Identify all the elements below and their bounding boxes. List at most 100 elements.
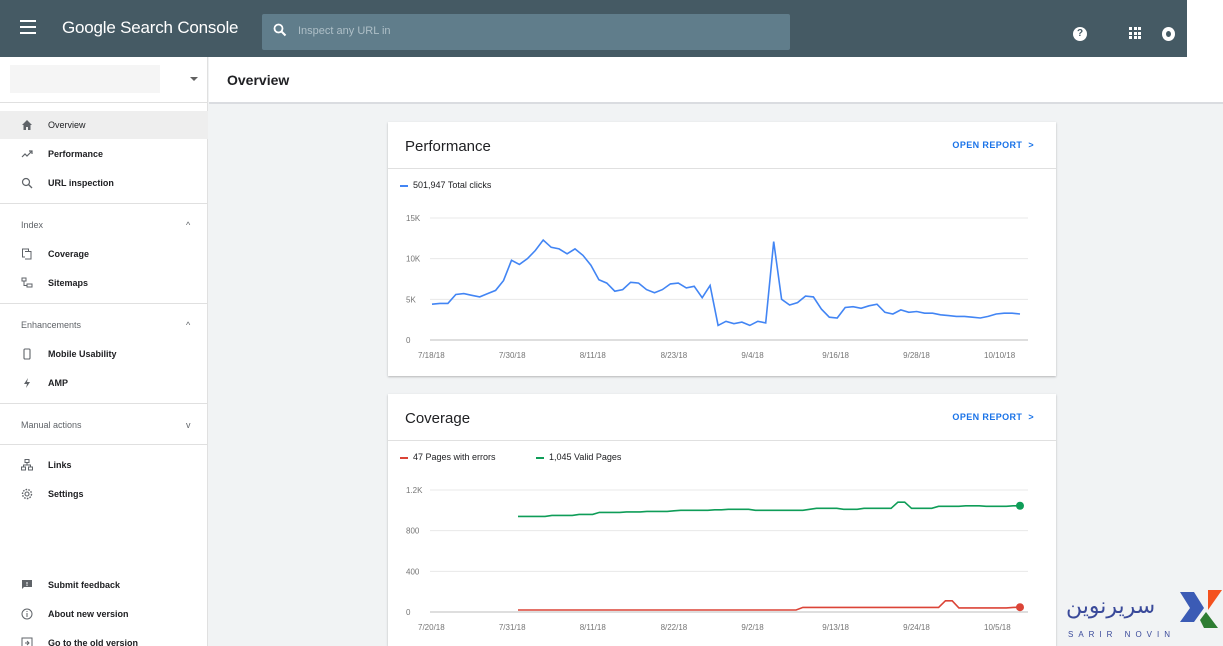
x-tick-label: 7/20/18 [418,623,445,632]
sidebar-item-label: URL inspection [48,178,114,188]
chevron-up-icon: ^ [186,320,191,330]
open-report-label: OPEN REPORT [952,412,1023,422]
x-tick-label: 9/4/18 [741,351,764,360]
sidebar-item-label: Mobile Usability [48,349,117,359]
x-tick-label: 9/16/18 [822,351,849,360]
sidebar-item-mobile-usability[interactable]: Mobile Usability [0,340,208,368]
logo-text: سریرنوین [1066,594,1156,619]
divider [388,440,1056,441]
url-inspect-search[interactable] [262,14,790,50]
divider [0,444,208,445]
sarir-novin-logo: سریرنوین SARIR NOVIN [1060,586,1223,646]
open-report-button[interactable]: OPEN REPORT > [952,140,1034,150]
legend-label: 47 Pages with errors [413,452,496,462]
app-title[interactable]: Google Search Console [62,18,239,38]
x-tick-label: 9/24/18 [903,623,930,632]
x-tick-label: 7/31/18 [499,623,526,632]
x-tick-label: 10/10/18 [984,351,1016,360]
series-line[interactable] [518,501,1020,518]
logo-subtext: SARIR NOVIN [1068,630,1176,639]
section-manual-actions[interactable]: Manual actions v [0,411,208,439]
section-enhancements[interactable]: Enhancements ^ [0,311,208,339]
series-end-point[interactable] [1016,501,1024,510]
divider [0,403,208,404]
top-app-bar: Google Search Console ? [0,0,1223,57]
chevron-right-icon: > [1028,412,1034,422]
sidebar-item-about-new-version[interactable]: About new version [0,600,208,628]
coverage-card: Coverage OPEN REPORT > 47 Pages with erro… [388,394,1056,646]
notifications-icon[interactable] [1162,27,1175,41]
sidebar-item-performance[interactable]: Performance [0,140,208,168]
bolt-icon [24,378,30,388]
sidebar-item-label: Coverage [48,249,90,259]
y-tick-label: 0 [406,336,411,345]
section-label: Index [21,220,44,230]
search-icon [21,177,33,189]
series-line[interactable] [431,238,1021,327]
avatar[interactable] [1187,0,1223,57]
sidebar-item-url-inspection[interactable]: URL inspection [0,169,208,197]
home-icon [22,120,32,130]
sidebar-item-label: Go to the old version [48,638,139,646]
sidebar-item-label: AMP [48,378,68,388]
y-tick-label: 400 [406,567,420,576]
gear-icon [21,488,33,500]
sidebar-item-label: Links [48,460,72,470]
sidebar-item-label: About new version [48,609,129,619]
legend-swatch [400,456,408,459]
x-tick-label: 8/11/18 [580,623,607,632]
legend-valid-pages[interactable]: 1,045 Valid Pages [536,452,621,462]
legend-label: 1,045 Valid Pages [549,452,622,462]
x-tick-label: 8/11/18 [580,351,607,360]
coverage-chart: 0 400 800 1.2K 7/20/18 7/31/18 8/11/18 8/22/18 9… [406,486,1028,632]
series-line[interactable] [518,600,1021,611]
links-icon [21,459,33,471]
sidebar-item-label: Overview [48,120,86,130]
y-tick-label: 5K [406,295,416,304]
sidebar-item-label: Settings [48,489,84,499]
sidebar-item-links[interactable]: Links [0,451,208,479]
section-index[interactable]: Index ^ [0,211,208,239]
search-input[interactable] [298,21,768,41]
sidebar-item-amp[interactable]: AMP [0,369,208,397]
legend-label: 501,947 Total clicks [413,180,492,190]
y-tick-label: 15K [406,214,421,223]
performance-chart: 0 5K 10K 15K 7/18/18 7/30/18 8/11/18 8/23/18 9/4… [406,214,1028,360]
feedback-icon [22,580,32,589]
sidebar: Overview Performance URL inspection Inde… [0,57,208,646]
apps-icon[interactable] [1129,27,1141,39]
exit-icon [21,637,33,646]
x-tick-label: 9/13/18 [822,623,849,632]
info-icon [21,608,33,620]
sidebar-item-label: Submit feedback [48,580,121,590]
property-selector[interactable] [0,57,208,103]
x-tick-label: 9/2/18 [741,623,764,632]
logo-mark-icon [1180,590,1222,628]
y-tick-label: 1.2K [406,486,423,495]
menu-icon[interactable] [20,20,36,34]
series-end-point[interactable] [1016,603,1024,612]
sidebar-item-old-version[interactable]: Go to the old version [0,629,208,646]
divider [0,203,208,204]
x-tick-label: 7/30/18 [499,351,526,360]
card-title: Performance [405,138,491,155]
help-icon[interactable]: ? [1073,27,1087,41]
legend-pages-with-errors[interactable]: 47 Pages with errors [400,452,496,462]
legend-swatch [400,184,408,187]
sidebar-item-sitemaps[interactable]: Sitemaps [0,269,208,297]
legend-total-clicks[interactable]: 501,947 Total clicks [400,180,491,190]
y-tick-label: 800 [406,527,420,536]
performance-card: Performance OPEN REPORT > 501,947 Total c… [388,122,1056,376]
sidebar-item-submit-feedback[interactable]: Submit feedback [0,571,208,599]
open-report-button[interactable]: OPEN REPORT > [952,412,1034,422]
sidebar-item-overview[interactable]: Overview [0,111,208,139]
sidebar-item-settings[interactable]: Settings [0,480,208,508]
caret-down-icon[interactable] [190,77,198,81]
property-name[interactable] [10,65,160,93]
divider [0,303,208,304]
sidebar-item-coverage[interactable]: Coverage [0,240,208,268]
x-tick-label: 8/22/18 [661,623,688,632]
legend-swatch [536,456,544,459]
chevron-right-icon: > [1028,140,1034,150]
page-header: Overview [209,57,1223,104]
